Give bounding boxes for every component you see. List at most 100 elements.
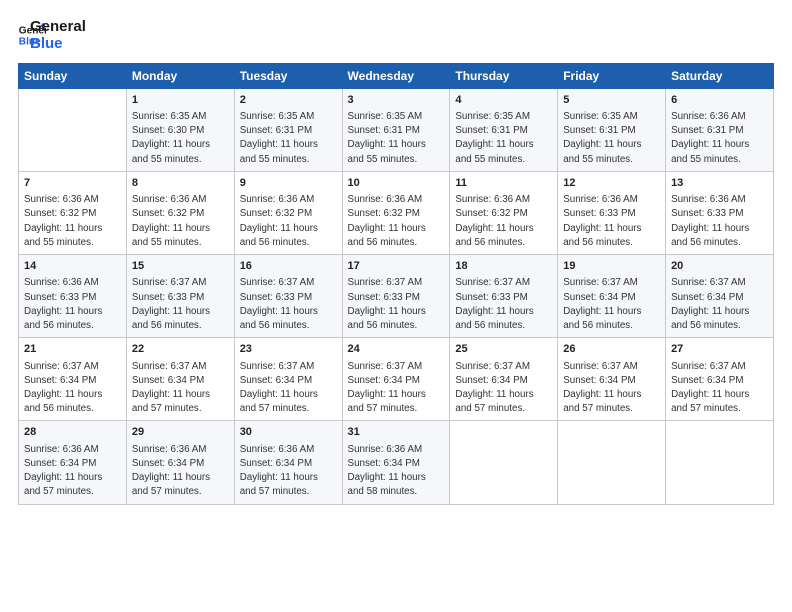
day-number: 30	[240, 425, 337, 440]
calendar-cell: 29 Sunrise: 6:36 AM Sunset: 6:34 PM Dayli…	[126, 421, 234, 504]
calendar-cell: 21 Sunrise: 6:37 AM Sunset: 6:34 PM Dayli…	[19, 338, 127, 421]
calendar-cell: 28Sunrise: 6:36 AM Sunset: 6:34 PM Dayli…	[19, 421, 127, 504]
day-info: Sunrise: 6:37 AM Sunset: 6:34 PM Dayligh…	[671, 360, 768, 417]
day-number: 3	[348, 93, 445, 108]
col-header-tuesday: Tuesday	[234, 63, 342, 88]
day-number: 26	[563, 342, 660, 357]
calendar-cell: 15 Sunrise: 6:37 AM Sunset: 6:33 PM Dayli…	[126, 254, 234, 337]
header-row: SundayMondayTuesdayWednesdayThursdayFrid…	[19, 63, 774, 88]
day-number: 19	[563, 259, 660, 274]
calendar-cell: 30 Sunrise: 6:36 AM Sunset: 6:34 PM Dayli…	[234, 421, 342, 504]
calendar-cell: 10 Sunrise: 6:36 AM Sunset: 6:32 PM Dayli…	[342, 171, 450, 254]
calendar-cell: 3 Sunrise: 6:35 AM Sunset: 6:31 PM Daylig…	[342, 88, 450, 171]
day-number: 8	[132, 176, 229, 191]
day-info: Sunrise: 6:36 AM Sunset: 6:33 PM Dayligh…	[24, 276, 121, 333]
calendar-cell	[666, 421, 774, 504]
day-info: Sunrise: 6:36 AM Sunset: 6:34 PM Dayligh…	[240, 443, 337, 500]
day-info: Sunrise: 6:36 AM Sunset: 6:33 PM Dayligh…	[671, 193, 768, 250]
day-info: Sunrise: 6:35 AM Sunset: 6:31 PM Dayligh…	[348, 110, 445, 167]
day-number: 25	[455, 342, 552, 357]
day-number: 21	[24, 342, 121, 357]
day-number: 29	[132, 425, 229, 440]
day-info: Sunrise: 6:37 AM Sunset: 6:34 PM Dayligh…	[348, 360, 445, 417]
day-info: Sunrise: 6:36 AM Sunset: 6:34 PM Dayligh…	[24, 443, 121, 500]
day-info: Sunrise: 6:37 AM Sunset: 6:34 PM Dayligh…	[563, 360, 660, 417]
logo: General Blue General Blue	[18, 18, 86, 53]
col-header-saturday: Saturday	[666, 63, 774, 88]
day-info: Sunrise: 6:35 AM Sunset: 6:31 PM Dayligh…	[455, 110, 552, 167]
day-info: Sunrise: 6:36 AM Sunset: 6:32 PM Dayligh…	[24, 193, 121, 250]
day-info: Sunrise: 6:36 AM Sunset: 6:34 PM Dayligh…	[348, 443, 445, 500]
day-info: Sunrise: 6:37 AM Sunset: 6:34 PM Dayligh…	[563, 276, 660, 333]
calendar-cell: 2 Sunrise: 6:35 AM Sunset: 6:31 PM Daylig…	[234, 88, 342, 171]
calendar-cell: 26 Sunrise: 6:37 AM Sunset: 6:34 PM Dayli…	[558, 338, 666, 421]
calendar-cell	[450, 421, 558, 504]
calendar-cell: 9 Sunrise: 6:36 AM Sunset: 6:32 PM Daylig…	[234, 171, 342, 254]
day-info: Sunrise: 6:35 AM Sunset: 6:31 PM Dayligh…	[240, 110, 337, 167]
logo-blue: Blue	[30, 35, 86, 52]
day-number: 2	[240, 93, 337, 108]
day-info: Sunrise: 6:37 AM Sunset: 6:33 PM Dayligh…	[455, 276, 552, 333]
col-header-sunday: Sunday	[19, 63, 127, 88]
calendar-cell: 12Sunrise: 6:36 AM Sunset: 6:33 PM Dayli…	[558, 171, 666, 254]
calendar-cell: 17Sunrise: 6:37 AM Sunset: 6:33 PM Dayli…	[342, 254, 450, 337]
day-number: 15	[132, 259, 229, 274]
day-number: 20	[671, 259, 768, 274]
day-number: 7	[24, 176, 121, 191]
day-number: 27	[671, 342, 768, 357]
day-number: 10	[348, 176, 445, 191]
calendar-cell: 23Sunrise: 6:37 AM Sunset: 6:34 PM Dayli…	[234, 338, 342, 421]
calendar-cell: 31 Sunrise: 6:36 AM Sunset: 6:34 PM Dayli…	[342, 421, 450, 504]
calendar-cell: 7 Sunrise: 6:36 AM Sunset: 6:32 PM Daylig…	[19, 171, 127, 254]
week-row-2: 7 Sunrise: 6:36 AM Sunset: 6:32 PM Daylig…	[19, 171, 774, 254]
day-number: 12	[563, 176, 660, 191]
calendar-cell: 14 Sunrise: 6:36 AM Sunset: 6:33 PM Dayli…	[19, 254, 127, 337]
calendar-cell: 22 Sunrise: 6:37 AM Sunset: 6:34 PM Dayli…	[126, 338, 234, 421]
col-header-monday: Monday	[126, 63, 234, 88]
calendar-page: General Blue General Blue SundayMondayTu…	[0, 0, 792, 612]
calendar-cell	[558, 421, 666, 504]
day-number: 11	[455, 176, 552, 191]
day-info: Sunrise: 6:35 AM Sunset: 6:30 PM Dayligh…	[132, 110, 229, 167]
calendar-cell	[19, 88, 127, 171]
day-info: Sunrise: 6:37 AM Sunset: 6:34 PM Dayligh…	[132, 360, 229, 417]
col-header-thursday: Thursday	[450, 63, 558, 88]
day-number: 14	[24, 259, 121, 274]
day-number: 24	[348, 342, 445, 357]
logo-general: General	[30, 18, 86, 35]
day-number: 6	[671, 93, 768, 108]
day-number: 4	[455, 93, 552, 108]
day-info: Sunrise: 6:36 AM Sunset: 6:34 PM Dayligh…	[132, 443, 229, 500]
day-info: Sunrise: 6:36 AM Sunset: 6:31 PM Dayligh…	[671, 110, 768, 167]
week-row-4: 21 Sunrise: 6:37 AM Sunset: 6:34 PM Dayli…	[19, 338, 774, 421]
calendar-table: SundayMondayTuesdayWednesdayThursdayFrid…	[18, 63, 774, 505]
week-row-1: 1Sunrise: 6:35 AM Sunset: 6:30 PM Daylig…	[19, 88, 774, 171]
day-info: Sunrise: 6:35 AM Sunset: 6:31 PM Dayligh…	[563, 110, 660, 167]
day-info: Sunrise: 6:37 AM Sunset: 6:33 PM Dayligh…	[240, 276, 337, 333]
day-info: Sunrise: 6:37 AM Sunset: 6:34 PM Dayligh…	[240, 360, 337, 417]
week-row-3: 14 Sunrise: 6:36 AM Sunset: 6:33 PM Dayli…	[19, 254, 774, 337]
calendar-cell: 8Sunrise: 6:36 AM Sunset: 6:32 PM Daylig…	[126, 171, 234, 254]
col-header-friday: Friday	[558, 63, 666, 88]
day-number: 22	[132, 342, 229, 357]
calendar-cell: 5 Sunrise: 6:35 AM Sunset: 6:31 PM Daylig…	[558, 88, 666, 171]
day-info: Sunrise: 6:36 AM Sunset: 6:32 PM Dayligh…	[240, 193, 337, 250]
day-number: 31	[348, 425, 445, 440]
calendar-cell: 16 Sunrise: 6:37 AM Sunset: 6:33 PM Dayli…	[234, 254, 342, 337]
calendar-cell: 24 Sunrise: 6:37 AM Sunset: 6:34 PM Dayli…	[342, 338, 450, 421]
calendar-cell: 20Sunrise: 6:37 AM Sunset: 6:34 PM Dayli…	[666, 254, 774, 337]
calendar-cell: 6 Sunrise: 6:36 AM Sunset: 6:31 PM Daylig…	[666, 88, 774, 171]
day-info: Sunrise: 6:36 AM Sunset: 6:32 PM Dayligh…	[348, 193, 445, 250]
calendar-cell: 27 Sunrise: 6:37 AM Sunset: 6:34 PM Dayli…	[666, 338, 774, 421]
day-info: Sunrise: 6:37 AM Sunset: 6:33 PM Dayligh…	[348, 276, 445, 333]
day-number: 18	[455, 259, 552, 274]
day-number: 16	[240, 259, 337, 274]
day-info: Sunrise: 6:37 AM Sunset: 6:34 PM Dayligh…	[24, 360, 121, 417]
day-number: 9	[240, 176, 337, 191]
calendar-cell: 13Sunrise: 6:36 AM Sunset: 6:33 PM Dayli…	[666, 171, 774, 254]
calendar-cell: 19 Sunrise: 6:37 AM Sunset: 6:34 PM Dayli…	[558, 254, 666, 337]
day-number: 5	[563, 93, 660, 108]
calendar-cell: 4 Sunrise: 6:35 AM Sunset: 6:31 PM Daylig…	[450, 88, 558, 171]
day-info: Sunrise: 6:37 AM Sunset: 6:33 PM Dayligh…	[132, 276, 229, 333]
day-info: Sunrise: 6:37 AM Sunset: 6:34 PM Dayligh…	[455, 360, 552, 417]
